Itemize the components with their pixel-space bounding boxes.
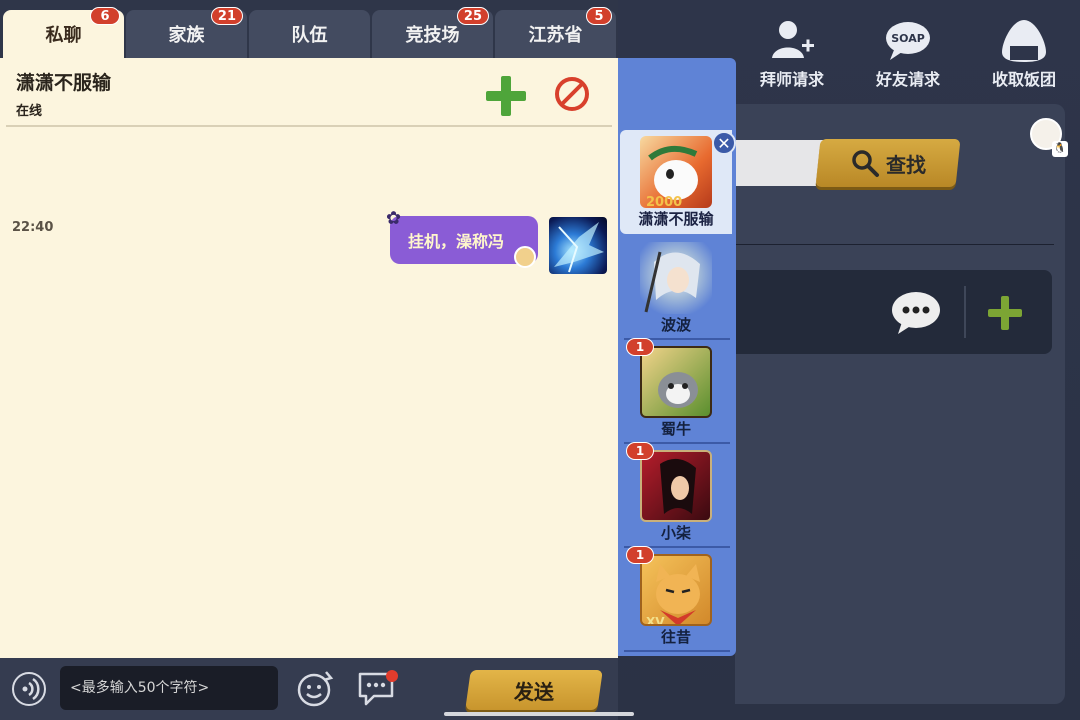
tab-label: 江苏省 xyxy=(528,25,583,46)
add-friend-button[interactable] xyxy=(484,74,528,118)
header-divider xyxy=(6,125,612,127)
tab-badge: 5 xyxy=(586,7,612,25)
conversation-avatar: XV xyxy=(640,554,712,626)
conversation-item[interactable]: 1 蜀牛 xyxy=(620,338,732,444)
rice-ball-button[interactable]: 收取饭团 xyxy=(969,18,1079,90)
conversation-badge: 1 xyxy=(626,442,654,460)
conversation-avatar: 2000 xyxy=(640,136,712,208)
conversation-name: 波波 xyxy=(660,316,691,334)
row-divider xyxy=(964,286,966,338)
friend-request-icon: SOAP xyxy=(886,22,930,60)
svg-text:SOAP: SOAP xyxy=(891,32,925,45)
send-button-label: 发送 xyxy=(514,679,554,704)
bubble-pet-decoration xyxy=(514,246,536,268)
tab-badge: 21 xyxy=(210,7,243,25)
message-text: 挂机，澡称冯 xyxy=(408,232,505,251)
conversation-badge: 1 xyxy=(626,546,654,564)
tab-badge: 6 xyxy=(90,7,120,25)
message-timestamp: 22:40 xyxy=(12,220,54,235)
mentor-request-icon xyxy=(772,21,814,58)
conversation-item[interactable]: 1 小柒 xyxy=(620,442,732,548)
conversation-item[interactable]: XV 1 往昔 xyxy=(620,546,732,652)
tab-family[interactable]: 家族 21 xyxy=(126,7,247,58)
conversation-item[interactable]: 波波 xyxy=(620,236,732,340)
conversation-avatar xyxy=(640,346,712,418)
friend-request-button[interactable]: SOAP 好友请求 xyxy=(853,18,963,90)
bubble-flower-decoration: ✿ xyxy=(386,208,402,229)
conversation-avatar xyxy=(640,450,712,522)
contact-name: 潇潇不服输 xyxy=(16,72,112,94)
find-button[interactable]: 查找 xyxy=(815,139,961,187)
conversation-name: 潇潇不服输 xyxy=(638,210,714,228)
contact-header: 潇潇不服输 在线 xyxy=(0,58,618,128)
voice-icon xyxy=(22,677,40,701)
tab-label: 家族 xyxy=(168,25,205,46)
chat-tabs: 私聊 6 家族 21 队伍 竞技场 25 江苏省 5 xyxy=(0,0,618,58)
svg-text:XV: XV xyxy=(646,615,665,626)
send-button[interactable]: 发送 xyxy=(465,670,603,710)
find-button-label: 查找 xyxy=(886,152,926,177)
tab-label: 私聊 xyxy=(45,25,82,46)
conversation-name: 往昔 xyxy=(660,628,691,646)
block-user-button[interactable] xyxy=(552,74,592,114)
conversation-badge: 1 xyxy=(626,338,654,356)
divider xyxy=(736,244,1054,245)
home-indicator xyxy=(444,712,634,716)
voice-input-button[interactable] xyxy=(12,672,46,706)
message-input[interactable] xyxy=(60,666,278,710)
conversation-name: 蜀牛 xyxy=(660,420,691,438)
quick-message-notification-dot xyxy=(386,670,398,682)
qq-icon: 🐧 xyxy=(1052,141,1068,157)
tab-label: 队伍 xyxy=(291,25,328,46)
friend-search-panel xyxy=(735,104,1065,704)
contact-status: 在线 xyxy=(16,104,43,119)
close-conversation-icon[interactable]: ✕ xyxy=(712,131,736,155)
tab-arena[interactable]: 竞技场 25 xyxy=(372,7,493,58)
search-icon xyxy=(852,150,879,177)
list-divider xyxy=(624,650,730,652)
tab-label: 竞技场 xyxy=(405,25,460,46)
tab-badge: 25 xyxy=(456,7,489,25)
add-friend-icon[interactable] xyxy=(986,294,1024,332)
top-action-bar: 拜师请求 SOAP 好友请求 收取饭团 xyxy=(735,18,1080,90)
chat-bubble-icon[interactable] xyxy=(890,290,942,336)
sender-avatar[interactable] xyxy=(549,217,607,274)
conversation-name: 小柒 xyxy=(660,524,691,542)
mentor-request-button[interactable]: 拜师请求 xyxy=(737,18,847,90)
svg-text:2000: 2000 xyxy=(646,195,682,208)
tab-province[interactable]: 江苏省 5 xyxy=(495,7,616,58)
emoji-icon[interactable] xyxy=(296,668,336,708)
tab-team[interactable]: 队伍 xyxy=(249,10,370,58)
conversation-avatar xyxy=(640,242,712,314)
rice-ball-icon xyxy=(1002,20,1046,62)
tab-private-chat[interactable]: 私聊 6 xyxy=(3,7,124,58)
